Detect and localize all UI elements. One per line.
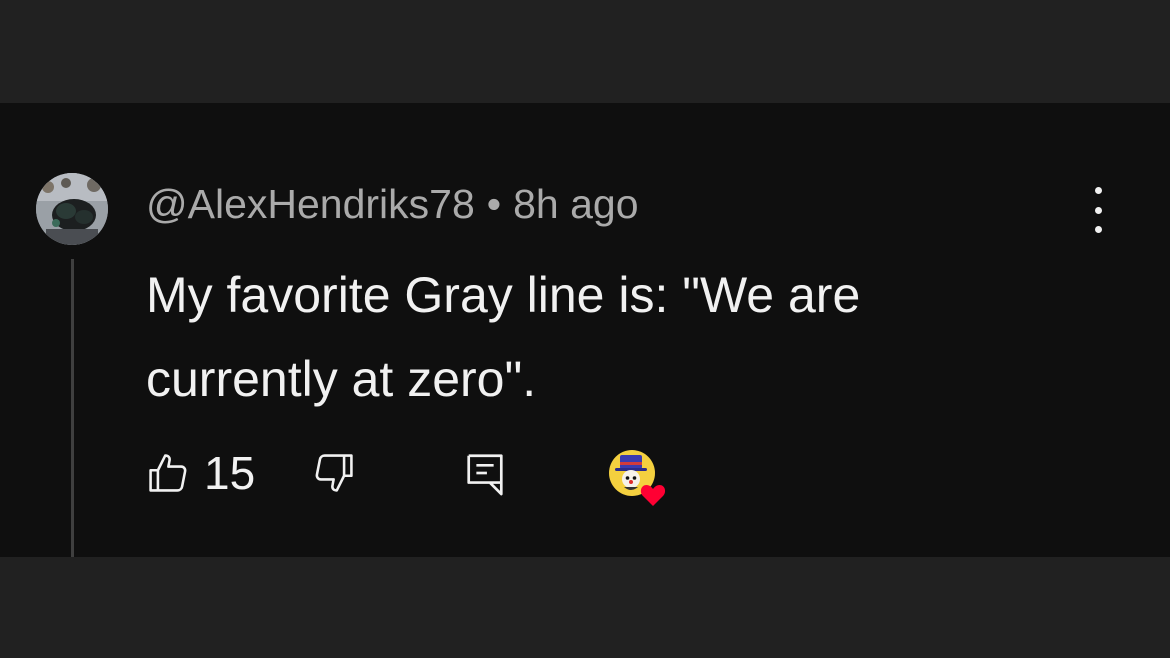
- thumbs-up-icon: [149, 454, 187, 492]
- bottom-background: [0, 557, 1170, 658]
- like-count: 15: [204, 447, 256, 499]
- reply-comment-icon: [467, 454, 503, 496]
- meta-separator: •: [486, 181, 502, 227]
- more-options-button[interactable]: [1078, 187, 1118, 233]
- like-button[interactable]: 15: [146, 443, 255, 503]
- thread-line: [71, 259, 74, 557]
- reply-button[interactable]: [462, 443, 508, 503]
- creator-heart-badge[interactable]: [606, 447, 668, 509]
- comment-text: My favorite Gray line is: "We are curren…: [146, 267, 861, 407]
- comment-meta: @AlexHendriks78 • 8h ago: [146, 179, 639, 229]
- more-vertical-icon: [1094, 226, 1102, 233]
- creator-heart-icon: [609, 450, 666, 506]
- thumbs-down-icon: [315, 454, 353, 492]
- author-handle[interactable]: @AlexHendriks78: [146, 181, 475, 227]
- avatar-image: [36, 173, 108, 245]
- top-background: [0, 0, 1170, 103]
- avatar[interactable]: [36, 173, 108, 245]
- dislike-button[interactable]: [312, 443, 356, 503]
- more-vertical-icon: [1094, 206, 1102, 214]
- timestamp[interactable]: 8h ago: [513, 181, 638, 227]
- more-vertical-icon: [1094, 187, 1102, 194]
- comment-card: @AlexHendriks78 • 8h ago My favorite Gray …: [0, 103, 1170, 557]
